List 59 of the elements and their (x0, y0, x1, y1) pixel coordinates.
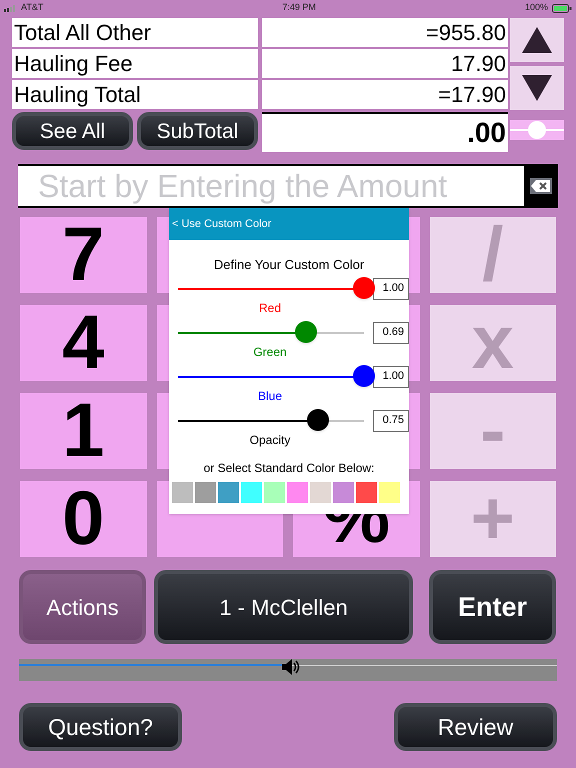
review-button[interactable]: Review (394, 703, 557, 751)
slider-label: Red (258, 300, 281, 316)
volume-slider[interactable] (19, 659, 557, 681)
slider-thumb[interactable] (295, 320, 318, 342)
color-swatch[interactable] (287, 482, 308, 502)
color-swatch[interactable] (264, 482, 285, 502)
keypad-key[interactable]: 0 (20, 481, 146, 557)
toolbar-button[interactable]: See All (12, 112, 133, 150)
total-value: .00 (262, 112, 508, 152)
keypad-key[interactable]: 1 (20, 393, 146, 469)
slider-thumb[interactable] (306, 408, 329, 430)
color-swatch[interactable] (195, 482, 216, 502)
slider-thumb[interactable] (353, 364, 376, 386)
backspace-icon (530, 178, 552, 194)
slider-label: Blue (258, 388, 282, 404)
slider-thumb[interactable] (353, 276, 376, 298)
question-button[interactable]: Question? (19, 703, 182, 751)
up-button[interactable] (510, 18, 564, 62)
slider-thumb[interactable] (528, 121, 546, 139)
clear-button[interactable] (524, 166, 558, 206)
actions-button[interactable]: Actions (19, 570, 146, 644)
speaker-icon[interactable] (280, 659, 301, 675)
toolbar-button[interactable]: SubTotal (137, 112, 258, 150)
standard-color-label: or Select Standard Color Below: (202, 460, 376, 476)
value-field[interactable]: 1.00 (373, 366, 409, 388)
signal-icon (4, 4, 18, 12)
keypad-key[interactable]: 7 (20, 217, 146, 293)
color-swatch[interactable] (218, 482, 239, 502)
slider-label: Opacity (250, 432, 290, 448)
down-triangle-icon (522, 75, 552, 101)
customer-button[interactable]: 1 - McClellen (154, 570, 413, 644)
keypad-key[interactable]: 4 (20, 305, 146, 381)
row-label: Hauling Fee (12, 49, 258, 78)
battery-icon (552, 4, 572, 12)
size-slider[interactable] (510, 120, 564, 140)
row-value: =955.80 (262, 18, 508, 47)
value-field[interactable]: 0.69 (373, 322, 409, 344)
color-swatch[interactable] (310, 482, 331, 502)
enter-button[interactable]: Enter (429, 570, 556, 644)
carrier-label: AT&T (21, 1, 44, 14)
color-swatch[interactable] (241, 482, 262, 502)
value-field[interactable]: 1.00 (373, 278, 409, 300)
color-swatch[interactable] (356, 482, 377, 502)
clock: 7:49 PM (282, 1, 316, 14)
popup-heading: Define Your Custom Color (212, 256, 366, 274)
color-slider[interactable] (178, 276, 376, 300)
row-value: =17.90 (262, 80, 508, 109)
battery-percent: 100% (524, 1, 548, 14)
value-field[interactable]: 0.75 (373, 410, 409, 432)
row-label: Hauling Total (12, 80, 258, 109)
color-slider[interactable] (178, 364, 376, 388)
color-swatch[interactable] (172, 482, 193, 502)
color-swatch[interactable] (333, 482, 354, 502)
row-value: 17.90 (262, 49, 508, 78)
row-label: Total All Other (12, 18, 258, 47)
down-button[interactable] (510, 66, 564, 110)
up-triangle-icon (522, 27, 552, 53)
slider-label: Green (253, 344, 287, 360)
color-swatch[interactable] (379, 482, 400, 502)
